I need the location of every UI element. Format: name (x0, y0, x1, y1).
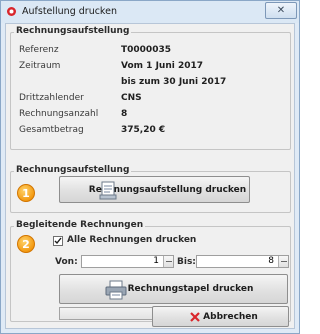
reference-label: Referenz (19, 45, 59, 55)
third-party-value: CNS (121, 93, 142, 103)
print-statement-button[interactable]: Rechnungsaufstellung drucken (59, 176, 250, 203)
print-invoice-batch-button[interactable]: Rechnungstapel drucken (59, 274, 288, 304)
document-icon (99, 181, 117, 200)
accompanying-invoices-heading: Begleitende Rechnungen (14, 220, 146, 230)
dialog-content: Rechnungsaufstellung Referenz T0000035 Z… (5, 23, 295, 329)
period-label: Zeitraum (19, 61, 61, 71)
cancel-button[interactable]: Abbrechen (152, 306, 289, 327)
period-start-value: Vom 1 Juni 2017 (121, 61, 203, 71)
period-end-value: bis zum 30 Juni 2017 (121, 77, 227, 87)
to-input[interactable]: 8 (196, 255, 289, 268)
print-invoice-batch-label: Rechnungstapel drucken (127, 284, 254, 294)
from-value: 1 (153, 256, 159, 266)
title-bar: Aufstellung drucken ✕ (1, 1, 299, 23)
to-spinner[interactable] (278, 256, 288, 267)
close-icon: ✕ (276, 5, 286, 16)
invoice-count-label: Rechnungsanzahl (19, 109, 99, 119)
summary-group: Rechnungsaufstellung Referenz T0000035 Z… (10, 26, 291, 150)
cancel-icon (190, 312, 200, 322)
to-label: Bis: (177, 257, 196, 267)
to-value: 8 (268, 256, 274, 266)
statement-print-heading: Rechnungsaufstellung (14, 165, 132, 175)
window-title: Aufstellung drucken (22, 6, 117, 17)
from-input[interactable]: 1 (81, 255, 174, 268)
step-2-badge: 2 (17, 235, 35, 253)
cancel-label: Abbrechen (203, 311, 258, 322)
close-button[interactable]: ✕ (265, 2, 297, 19)
from-label: Von: (55, 257, 78, 267)
total-amount-value: 375,20 € (121, 125, 166, 135)
dialog-window: Aufstellung drucken ✕ Rechnungsaufstellu… (0, 0, 300, 334)
third-party-label: Drittzahlender (19, 93, 84, 103)
app-icon (7, 7, 16, 16)
print-all-checkbox[interactable] (53, 236, 63, 246)
step-1-badge: 1 (17, 184, 35, 202)
printer-icon (105, 280, 127, 300)
reference-value: T0000035 (121, 45, 171, 55)
total-amount-label: Gesamtbetrag (19, 125, 84, 135)
checkmark-icon (54, 237, 62, 245)
from-spinner[interactable] (163, 256, 173, 267)
print-all-label: Alle Rechnungen drucken (67, 235, 197, 245)
summary-heading: Rechnungsaufstellung (14, 26, 132, 36)
statement-print-group: Rechnungsaufstellung 1 Rechnungsaufstell… (10, 165, 291, 213)
invoice-count-value: 8 (121, 109, 128, 119)
